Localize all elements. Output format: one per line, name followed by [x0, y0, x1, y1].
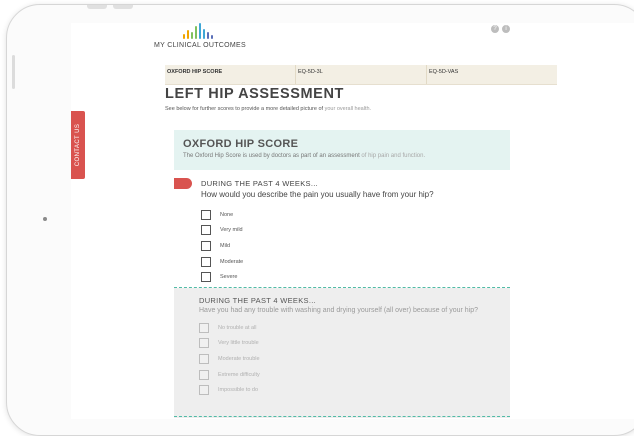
answer-option[interactable]: Very mild [201, 223, 501, 239]
question-heading: DURING THE PAST 4 WEEKS... [201, 179, 318, 188]
answer-option[interactable]: No trouble at all [199, 320, 504, 336]
answer-option[interactable]: Moderate trouble [199, 351, 504, 367]
help-icon[interactable]: ? [491, 25, 499, 33]
question-text: Have you had any trouble with washing an… [199, 307, 478, 314]
answer-label: None [220, 211, 234, 218]
question-heading: DURING THE PAST 4 WEEKS... [199, 296, 316, 305]
checkbox[interactable] [201, 209, 211, 220]
score-description-main: The Oxford Hip Score is used by doctors … [183, 153, 360, 159]
answer-label: No trouble at all [218, 324, 257, 331]
checkbox[interactable] [199, 353, 209, 364]
answer-option[interactable]: Moderate [201, 254, 501, 270]
checkbox[interactable] [199, 338, 209, 349]
checkbox[interactable] [201, 272, 211, 283]
contact-us-tab[interactable]: CONTACT US [71, 111, 85, 179]
page-subtitle-muted: your overall health. [324, 106, 372, 112]
answer-label: Severe [220, 274, 238, 281]
answer-option[interactable]: Severe [201, 269, 501, 285]
tab-oxford-hip-score[interactable]: OXFORD HIP SCORE [165, 65, 296, 84]
checkbox[interactable] [199, 322, 209, 333]
checkbox[interactable] [201, 225, 211, 236]
tab-eq-5d-vas[interactable]: EQ-5D-VAS [427, 65, 557, 84]
current-question-flag-icon [174, 178, 192, 189]
tab-eq-5d-3l[interactable]: EQ-5D-3L [296, 65, 427, 84]
score-title: OXFORD HIP SCORE [183, 138, 299, 150]
page-title: LEFT HIP ASSESSMENT [165, 86, 344, 102]
logo-text: MY CLINICAL OUTCOMES [154, 42, 246, 49]
checkbox[interactable] [201, 240, 211, 251]
answer-option[interactable]: Extreme difficulty [199, 367, 504, 383]
question-text: How would you describe the pain you usua… [201, 190, 434, 199]
score-info-box: OXFORD HIP SCORE The Oxford Hip Score is… [174, 130, 510, 170]
logo-icon [134, 23, 262, 39]
page-subtitle: See below for further scores to provide … [165, 106, 371, 112]
assessment-tabs: OXFORD HIP SCORE EQ-5D-3L EQ-5D-VAS [165, 65, 557, 85]
camera-dot [43, 217, 47, 221]
checkbox[interactable] [199, 369, 209, 380]
answer-option[interactable]: Impossible to do [199, 382, 504, 398]
question-1: DURING THE PAST 4 WEEKS... How would you… [201, 179, 501, 285]
answer-option[interactable]: Very little trouble [199, 336, 504, 352]
answer-options: None Very mild Mild Moderate Severe [201, 207, 501, 285]
answer-options: No trouble at all Very little trouble Mo… [199, 320, 504, 398]
score-description: The Oxford Hip Score is used by doctors … [183, 153, 425, 159]
app-screen: CONTACT US MY CLINICAL OUTCOMES ? i OXFO… [71, 23, 634, 419]
contact-us-label: CONTACT US [75, 123, 82, 167]
answer-label: Moderate [220, 258, 244, 265]
answer-option[interactable]: Mild [201, 238, 501, 254]
answer-label: Very mild [220, 227, 243, 234]
answer-label: Mild [220, 242, 231, 249]
answer-label: Extreme difficulty [218, 371, 260, 378]
answer-label: Moderate trouble [218, 355, 260, 362]
hardware-button [87, 5, 107, 9]
checkbox[interactable] [201, 256, 211, 267]
question-divider [174, 416, 510, 417]
score-description-muted: of hip pain and function. [361, 153, 426, 159]
tablet-frame: CONTACT US MY CLINICAL OUTCOMES ? i OXFO… [6, 4, 634, 436]
answer-option[interactable]: None [201, 207, 501, 223]
hardware-button [12, 55, 15, 89]
info-icon[interactable]: i [502, 25, 510, 33]
question-2-content: DURING THE PAST 4 WEEKS... Have you had … [199, 296, 504, 398]
question-2: DURING THE PAST 4 WEEKS... Have you had … [174, 288, 510, 418]
logo[interactable]: MY CLINICAL OUTCOMES [152, 23, 262, 49]
page-subtitle-main: See below for further scores to provide … [165, 106, 324, 112]
checkbox[interactable] [199, 385, 209, 396]
top-icons: ? i [491, 25, 510, 33]
answer-label: Very little trouble [218, 340, 259, 347]
answer-label: Impossible to do [218, 387, 259, 394]
hardware-button [113, 5, 133, 9]
